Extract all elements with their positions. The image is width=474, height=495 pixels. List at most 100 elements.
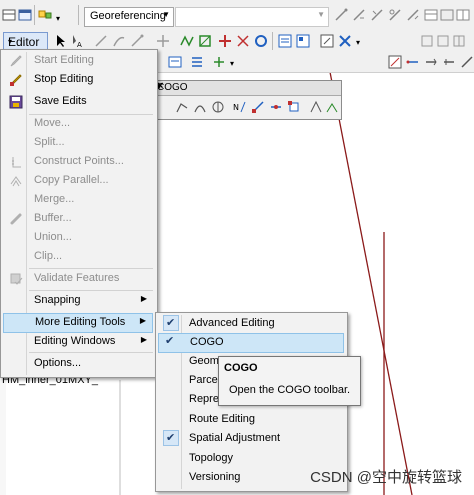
submenu-arrow-icon: ▶ <box>140 294 147 303</box>
point-tool-icon[interactable] <box>130 34 144 48</box>
georef-tool-icon-5[interactable] <box>406 8 420 22</box>
menu-item-label: Copy Parallel... <box>34 174 109 186</box>
topology-icon[interactable] <box>338 34 352 48</box>
menu-item-label: Move... <box>34 117 71 129</box>
menu-item-validate-features[interactable]: Validate Features <box>3 269 153 289</box>
create-features-icon[interactable] <box>296 34 310 48</box>
editor-dropdown-menu: Start Editing Stop Editing Save Edits Mo… <box>0 49 158 378</box>
split-tool-icon[interactable] <box>218 34 232 48</box>
menu-item-label: Options... <box>34 357 82 369</box>
cogo-curve-icon[interactable] <box>193 100 207 114</box>
adjust-icon-2[interactable] <box>406 55 420 69</box>
straight-segment-icon[interactable] <box>94 34 108 48</box>
overflow-arrow-icon[interactable]: ▾ <box>356 38 360 47</box>
reshape-icon[interactable] <box>180 34 194 48</box>
menu-item-label: Buffer... <box>34 212 72 224</box>
link-table-icon[interactable] <box>424 8 438 22</box>
cogo-report-icon[interactable] <box>420 34 434 48</box>
menu-item-label: Snapping <box>34 294 81 306</box>
menu-item-editing-windows[interactable]: Editing Windows ▶ <box>3 332 153 352</box>
menu-item-move[interactable]: Move... <box>3 114 153 134</box>
menu-item-snapping[interactable]: Snapping ▶ <box>3 291 153 311</box>
menu-item-stop-editing[interactable]: Stop Editing <box>3 70 153 90</box>
edit-tool-arrow-icon[interactable] <box>54 34 68 48</box>
georeferencing-dropdown[interactable]: Georeferencing ▼ <box>84 7 174 27</box>
menu-item-label: Stop Editing <box>34 73 94 85</box>
chevron-down-icon: ▼ <box>162 10 170 19</box>
cogo-area-icon[interactable] <box>436 34 450 48</box>
align-tool-icon[interactable] <box>190 55 204 69</box>
georef-tool-icon-2[interactable] <box>352 8 366 22</box>
table-icon[interactable] <box>2 8 16 22</box>
menu-item-label: Clip... <box>34 250 63 262</box>
menu-item-label: COGO <box>190 336 224 348</box>
cogo-north-icon[interactable]: N <box>233 100 247 114</box>
menu-item-union[interactable]: Union... <box>3 228 153 248</box>
cogo-report-tool-icon[interactable] <box>287 100 301 114</box>
cogo-grid-icon[interactable] <box>452 34 466 48</box>
dimension-icon[interactable] <box>212 55 226 69</box>
tooltip-title: COGO <box>224 362 258 374</box>
overflow-arrow-icon[interactable]: ▾ <box>230 59 234 68</box>
cogo-construct-icon[interactable] <box>211 100 225 114</box>
menu-item-start-editing[interactable]: Start Editing <box>3 51 153 71</box>
add-data-icon[interactable] <box>38 8 52 22</box>
edit-vertices-icon[interactable] <box>156 34 170 48</box>
window-icon[interactable] <box>18 8 32 22</box>
menu-item-label: Construct Points... <box>34 155 124 167</box>
toolbar-separator <box>78 5 79 25</box>
cogo-toolbar-titlebar[interactable]: COGO ▾ × <box>153 80 341 96</box>
adjust-icon-4[interactable] <box>442 55 456 69</box>
editor-options-icon[interactable] <box>320 34 334 48</box>
construct-points-icon <box>9 155 23 169</box>
submenu-arrow-icon: ▶ <box>140 335 147 344</box>
svg-text:A: A <box>77 41 82 48</box>
menu-item-save-edits[interactable]: Save Edits <box>3 92 153 112</box>
submenu-item-spatial-adjustment[interactable]: ✔ Spatial Adjustment <box>158 429 344 449</box>
overflow-arrow-icon[interactable]: ▾ <box>56 14 60 23</box>
menu-item-clip[interactable]: Clip... <box>3 247 153 267</box>
submenu-item-advanced-editing[interactable]: ✔ Advanced Editing <box>158 314 344 334</box>
menu-item-label: Editing Windows <box>34 335 116 347</box>
georef-tool-icon-1[interactable] <box>334 8 348 22</box>
checkmark-icon: ✔ <box>165 335 175 347</box>
submenu-item-route-editing[interactable]: Route Editing <box>158 410 344 430</box>
close-icon[interactable]: × <box>157 80 337 92</box>
attributes-icon[interactable] <box>254 34 268 48</box>
cut-polygons-icon[interactable] <box>198 34 212 48</box>
cogo-proportion-icon[interactable] <box>251 100 265 114</box>
cogo-inverse-icon[interactable] <box>309 100 323 114</box>
cogo-toolbar[interactable]: COGO ▾ × N <box>152 80 342 120</box>
edit-annotation-tool-icon[interactable]: A <box>70 34 84 48</box>
menu-item-copy-parallel[interactable]: Copy Parallel... <box>3 171 153 191</box>
menu-item-label: Start Editing <box>34 54 94 66</box>
trace-tool-icon[interactable] <box>112 34 126 48</box>
menu-item-label: More Editing Tools <box>35 316 126 328</box>
view-icon[interactable] <box>440 8 454 22</box>
menu-item-split[interactable]: Split... <box>3 133 153 153</box>
menu-item-label: Route Editing <box>189 413 256 425</box>
adjust-icon-3[interactable] <box>424 55 438 69</box>
menu-item-construct-points[interactable]: Construct Points... <box>3 152 153 172</box>
adjust-icon-1[interactable] <box>388 55 402 69</box>
georef-tool-icon-3[interactable] <box>370 8 384 22</box>
sketch-properties-icon[interactable] <box>278 34 292 48</box>
menu-item-more-editing-tools[interactable]: More Editing Tools ▶ <box>3 313 153 333</box>
rotate-icon[interactable] <box>236 34 250 48</box>
submenu-item-cogo[interactable]: ✔ COGO <box>158 333 344 353</box>
georef-tool-icon-4[interactable] <box>388 8 402 22</box>
menu-item-buffer[interactable]: Buffer... <box>3 209 153 229</box>
cogo-split-icon[interactable] <box>269 100 283 114</box>
pencil-stop-icon <box>9 73 23 87</box>
grid-icon[interactable] <box>456 8 470 22</box>
cogo-area-tool-icon[interactable] <box>325 100 339 114</box>
menu-item-label: Validate Features <box>34 272 120 284</box>
layer-dropdown[interactable]: ▼ <box>175 7 329 27</box>
cogo-traverse-icon[interactable] <box>175 100 189 114</box>
edit-sketch-icon[interactable] <box>168 55 182 69</box>
adjust-icon-5[interactable] <box>460 55 474 69</box>
menu-item-label: Spatial Adjustment <box>189 432 281 444</box>
menu-item-options[interactable]: Options... <box>3 354 153 374</box>
menu-item-merge[interactable]: Merge... <box>3 190 153 210</box>
watermark-text: CSDN @空中旋转篮球 <box>310 469 462 486</box>
